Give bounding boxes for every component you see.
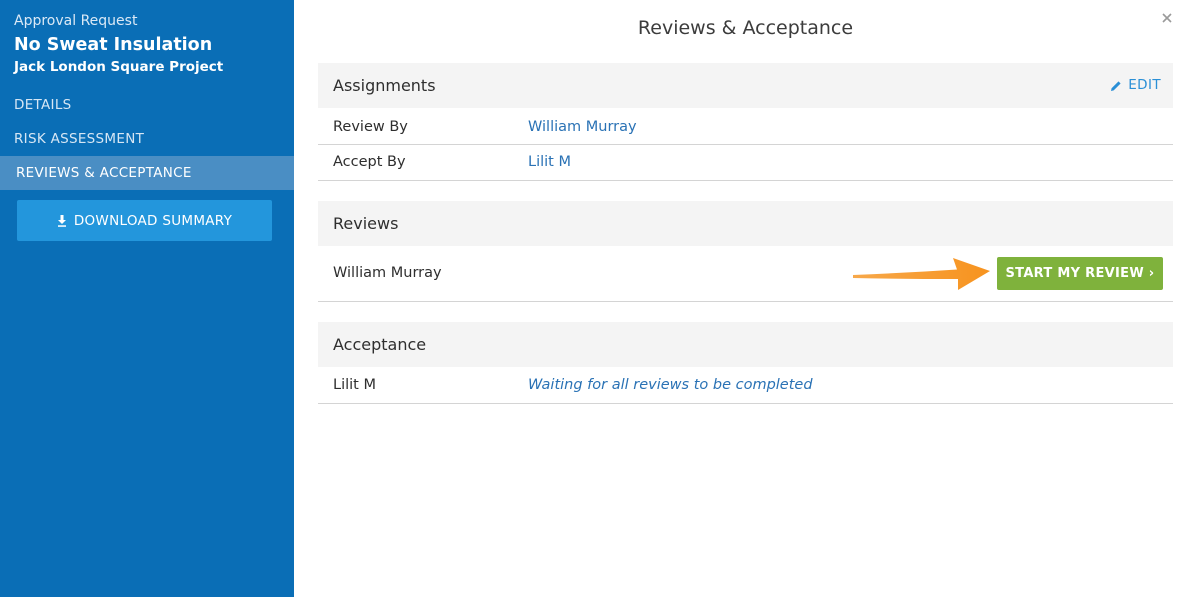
assignment-row-review-by: Review By William Murray xyxy=(318,108,1173,145)
annotation-arrow-icon xyxy=(853,258,990,290)
start-my-review-button[interactable]: START MY REVIEW › xyxy=(997,257,1163,290)
reviews-heading: Reviews xyxy=(333,214,399,233)
download-summary-button[interactable]: DOWNLOAD SUMMARY xyxy=(17,200,272,241)
download-summary-label: DOWNLOAD SUMMARY xyxy=(73,212,233,229)
sidebar: Approval Request No Sweat Insulation Jac… xyxy=(0,0,294,597)
nav-item-risk-assessment[interactable]: RISK ASSESSMENT xyxy=(0,122,294,156)
assignment-row-accept-by: Accept By Lilit M xyxy=(318,145,1173,181)
acceptance-heading: Acceptance xyxy=(333,335,427,354)
acceptance-header: Acceptance xyxy=(318,322,1173,367)
sidebar-title: No Sweat Insulation xyxy=(14,35,213,55)
page-title: Reviews & Acceptance xyxy=(637,17,854,39)
pencil-icon xyxy=(1111,80,1121,91)
reviews-header: Reviews xyxy=(318,201,1173,246)
assignments-header: Assignments EDIT xyxy=(318,63,1173,108)
review-by-value[interactable]: William Murray xyxy=(528,119,637,135)
sidebar-subtitle: Jack London Square Project xyxy=(14,59,224,75)
sidebar-kicker: Approval Request xyxy=(14,13,138,29)
assignments-heading: Assignments xyxy=(333,76,436,95)
accept-by-label: Accept By xyxy=(333,154,406,170)
acceptance-status: Waiting for all reviews to be completed xyxy=(528,377,813,393)
nav-item-details[interactable]: DETAILS xyxy=(0,88,294,122)
accept-by-value[interactable]: Lilit M xyxy=(528,154,571,170)
nav-item-reviews-acceptance[interactable]: REVIEWS & ACCEPTANCE xyxy=(0,156,294,190)
acceptor-name: Lilit M xyxy=(333,377,376,393)
close-icon[interactable] xyxy=(1160,10,1174,24)
reviewer-name: William Murray xyxy=(333,265,442,281)
edit-button[interactable]: EDIT xyxy=(1110,63,1161,108)
download-icon xyxy=(57,214,67,227)
edit-label: EDIT xyxy=(1128,77,1161,93)
review-by-label: Review By xyxy=(333,119,408,135)
acceptance-row: Lilit M Waiting for all reviews to be co… xyxy=(318,367,1173,404)
